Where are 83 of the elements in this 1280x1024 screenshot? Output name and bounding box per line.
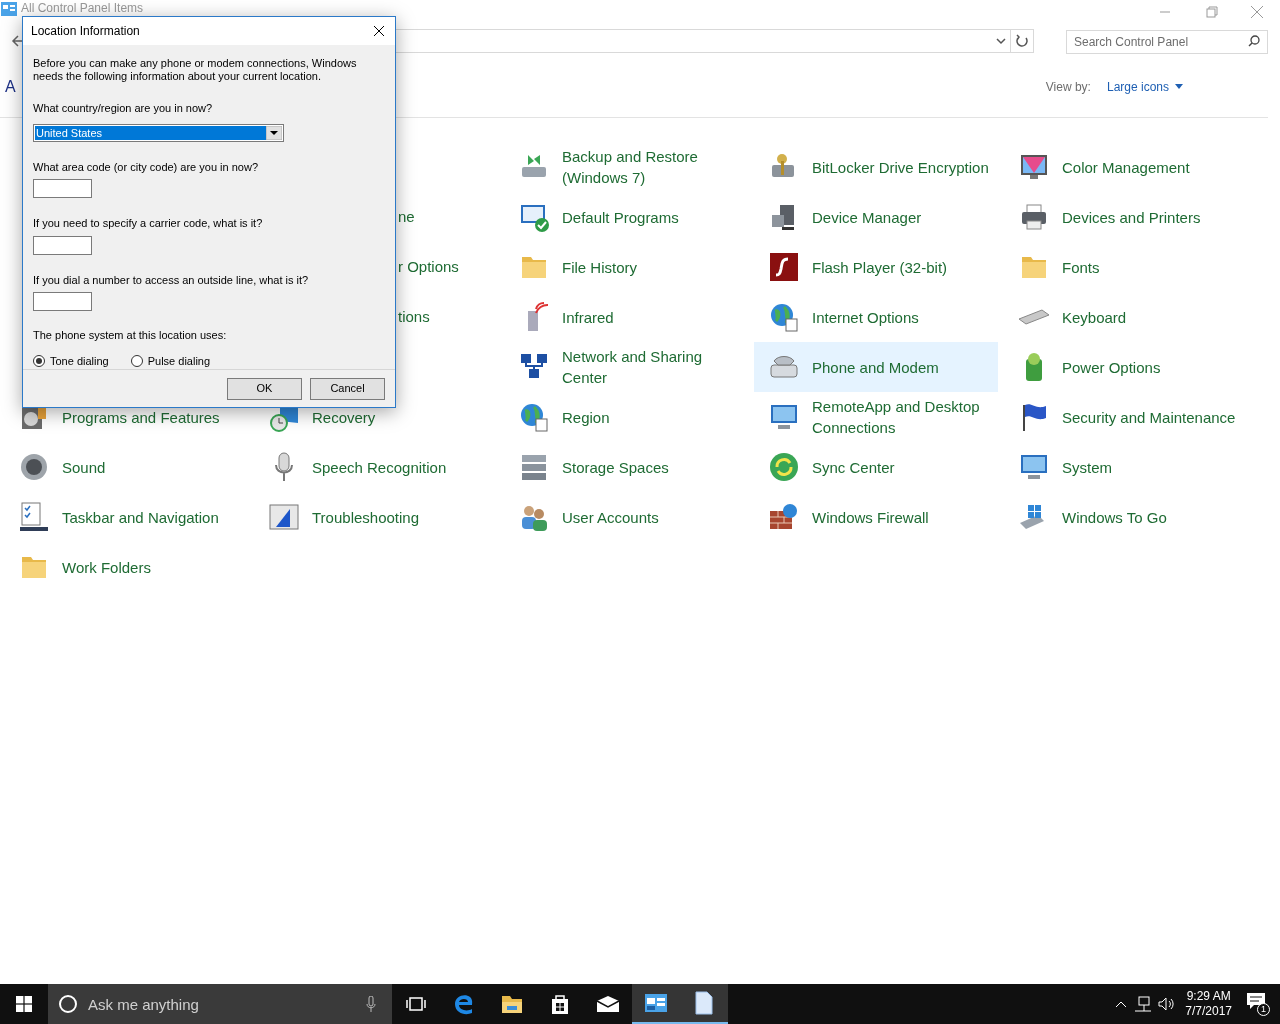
globe-icon [518, 401, 550, 433]
input-field[interactable] [33, 235, 92, 255]
dialing-label: The phone system at this location uses: [33, 328, 228, 343]
globe-icon [768, 301, 800, 333]
control-panel-item[interactable]: Windows To Go [1004, 492, 1248, 542]
dialog-button[interactable]: Cancel [310, 377, 385, 400]
input-field[interactable] [33, 292, 92, 311]
control-panel-item[interactable]: Sync Center [754, 442, 998, 492]
control-panel-item[interactable]: Region [504, 392, 748, 442]
control-panel-item[interactable]: BitLocker Drive Encryption [754, 142, 998, 192]
notification-count: 1 [1257, 1003, 1270, 1016]
document-icon [695, 991, 713, 1015]
browser-icon [453, 993, 475, 1015]
control-panel-item[interactable]: Default Programs [504, 192, 748, 242]
folder-icon [501, 994, 523, 1014]
input-field[interactable] [33, 179, 92, 198]
speaker-icon [18, 451, 50, 483]
control-panel-item[interactable]: System [1004, 442, 1248, 492]
control-panel-item[interactable]: Work Folders [4, 542, 248, 592]
radio-option[interactable]: Tone dialing [33, 352, 109, 369]
control-panel-item[interactable]: RemoteApp and Desktop Connections [754, 392, 998, 442]
taskbar-app-button[interactable] [632, 984, 680, 1024]
control-panel-item[interactable]: Power Options [1004, 342, 1248, 392]
window-icon [268, 501, 300, 533]
control-panel-item[interactable]: Windows Firewall [754, 492, 998, 542]
control-panel-item[interactable]: Troubleshooting [254, 492, 498, 542]
radio-button[interactable] [130, 354, 143, 367]
control-panel-item[interactable]: Keyboard [1004, 292, 1248, 342]
dialog-title: Location Information [31, 23, 140, 40]
logo-icon [768, 251, 800, 283]
control-panel-item[interactable]: Flash Player (32-bit) [754, 242, 998, 292]
control-panel-item[interactable]: tions [398, 305, 430, 329]
control-panel-item[interactable]: Sound [4, 442, 248, 492]
dropdown-arrow-icon [266, 125, 282, 140]
control-panel-item[interactable]: Speech Recognition [254, 442, 498, 492]
taskbar-app-button[interactable] [680, 984, 728, 1024]
control-panel-item[interactable]: Device Manager [754, 192, 998, 242]
control-panel-item[interactable]: Storage Spaces [504, 442, 748, 492]
mail-icon [596, 995, 620, 1013]
field-label: What area code (or city code) are you in now? [33, 159, 259, 175]
control-panel-item[interactable]: Fonts [1004, 242, 1248, 292]
control-panel-item[interactable]: Security and Maintenance [1004, 392, 1248, 442]
control-panel-item[interactable]: Infrared [504, 292, 748, 342]
caret-icon [1175, 84, 1183, 89]
windows-logo-icon [16, 996, 32, 1012]
radio-button[interactable] [33, 354, 45, 367]
control-panel-item[interactable]: Devices and Printers [1004, 192, 1248, 242]
control-panel-item[interactable]: Phone and Modem [754, 342, 998, 392]
control-panel-item[interactable]: Backup and Restore (Windows 7) [504, 142, 748, 192]
notification-icon[interactable] [1246, 992, 1266, 1010]
dialog-button[interactable]: OK [227, 377, 302, 400]
network-icon[interactable] [1133, 996, 1154, 1012]
field-label: If you need to specify a carrier code, what is it? [33, 216, 264, 231]
country-dropdown[interactable]: United States [33, 123, 284, 142]
keyboard-icon [1018, 309, 1050, 325]
clock-time: 9:29 AM [1186, 989, 1231, 1004]
control-panel-item[interactable]: Network and Sharing Center [504, 342, 748, 392]
assistant-circle-icon [58, 994, 78, 1014]
control-panel-item[interactable]: r Options [398, 255, 459, 279]
window-title: All Control Panel Items [21, 1, 144, 15]
store-bag-icon [550, 993, 570, 1015]
search-field[interactable]: Search Control Panel [1066, 30, 1268, 54]
clock-date: 7/7/2017 [1185, 1004, 1232, 1019]
field-label: If you dial a number to access an outside line, what is it? [33, 272, 310, 288]
control-panel-item[interactable]: File History [504, 242, 748, 292]
control-panel-item[interactable]: ne [398, 205, 415, 229]
intro-text: Before you can make any phone or modem connections, Windows needs the following information about your current location. [33, 57, 358, 83]
control-panel-item[interactable]: Color Management [1004, 142, 1248, 192]
control-panel-item[interactable]: Taskbar and Navigation [4, 492, 248, 542]
microphone-icon[interactable] [366, 996, 376, 1012]
radio-option[interactable]: Pulse dialing [130, 352, 211, 369]
task-view-icon [406, 996, 426, 1012]
search-icon [1248, 35, 1260, 47]
country-label: What country/region are you in now? [33, 101, 214, 116]
checklist-icon [18, 501, 50, 533]
view-by-label: View by: [1045, 78, 1091, 96]
sync-icon [768, 451, 800, 483]
taskbar-search-field[interactable]: Ask me anything [48, 984, 392, 1024]
control-panel-icon [644, 993, 668, 1013]
page-heading: A [5, 76, 16, 97]
control-panel-item[interactable]: User Accounts [504, 492, 748, 542]
control-panel-item[interactable]: Internet Options [754, 292, 998, 342]
view-by-dropdown[interactable]: Large icons [1106, 77, 1183, 96]
